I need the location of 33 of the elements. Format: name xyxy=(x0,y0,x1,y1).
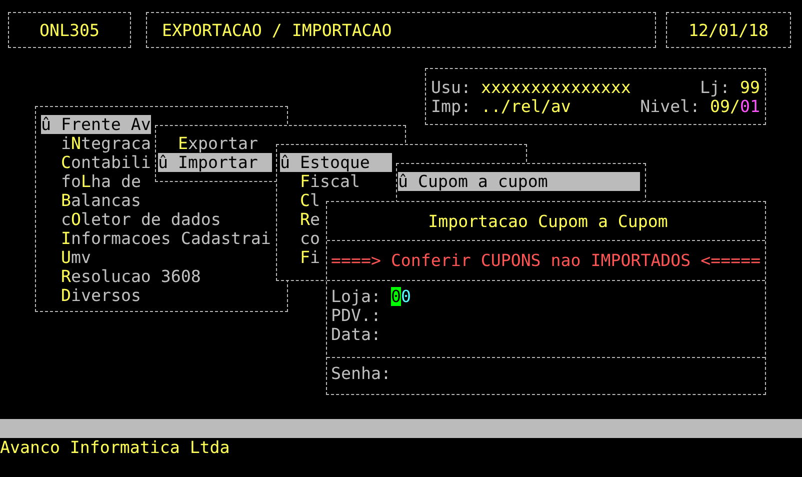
menu-item[interactable]: cOletor de dados xyxy=(41,210,221,229)
menu-item[interactable]: Re xyxy=(280,210,320,229)
menu-item[interactable]: û Estoque xyxy=(280,153,392,172)
program-code: ONL305 xyxy=(40,20,100,40)
menu-item[interactable]: Diversos xyxy=(41,286,141,305)
field-label: PDV.: xyxy=(331,306,381,325)
menu-item[interactable]: Balancas xyxy=(41,191,141,210)
field-label: Data: xyxy=(331,325,381,344)
menu-item[interactable]: co xyxy=(280,229,320,248)
warning-text: ====> Conferir CUPONS nao IMPORTADOS <===== xyxy=(331,251,761,270)
menu-item[interactable]: Resolucao 3608 xyxy=(41,267,201,286)
printer-field: Imp: ../rel/av xyxy=(431,97,571,116)
dialog-title: Importacao Cupom a Cupom xyxy=(428,212,668,230)
menu-item[interactable]: Cl xyxy=(280,191,320,210)
menu-item[interactable]: Contabili xyxy=(41,153,151,172)
date-text: 12/01/18 xyxy=(688,20,768,40)
menu-item[interactable]: Fiscal xyxy=(280,172,360,191)
field-label: Loja: xyxy=(331,287,381,306)
field-label: Senha: xyxy=(331,364,391,383)
menu-item[interactable]: û Importar xyxy=(158,153,272,172)
menu-item[interactable]: û Cupom a cupom xyxy=(398,172,640,191)
menu-item[interactable]: iNtegraca xyxy=(41,134,151,153)
menu-item[interactable]: û Frente Av xyxy=(41,115,151,134)
screen-title: EXPORTACAO / IMPORTACAO xyxy=(162,20,392,40)
menu-item[interactable]: Informacoes Cadastrai xyxy=(41,229,271,248)
menu-item[interactable]: Umv xyxy=(41,248,91,267)
menu-item[interactable]: foLha de xyxy=(41,172,141,191)
level-field: Nivel: 09/01 xyxy=(640,97,760,116)
user-field: Usu: xxxxxxxxxxxxxxx xyxy=(431,78,631,97)
store-field: Lj: 99 xyxy=(700,78,760,97)
company-name: Avanco Informatica Ltda xyxy=(0,438,230,457)
menu-item[interactable]: Fi xyxy=(280,248,320,267)
menu-item[interactable]: Exportar xyxy=(158,134,258,153)
